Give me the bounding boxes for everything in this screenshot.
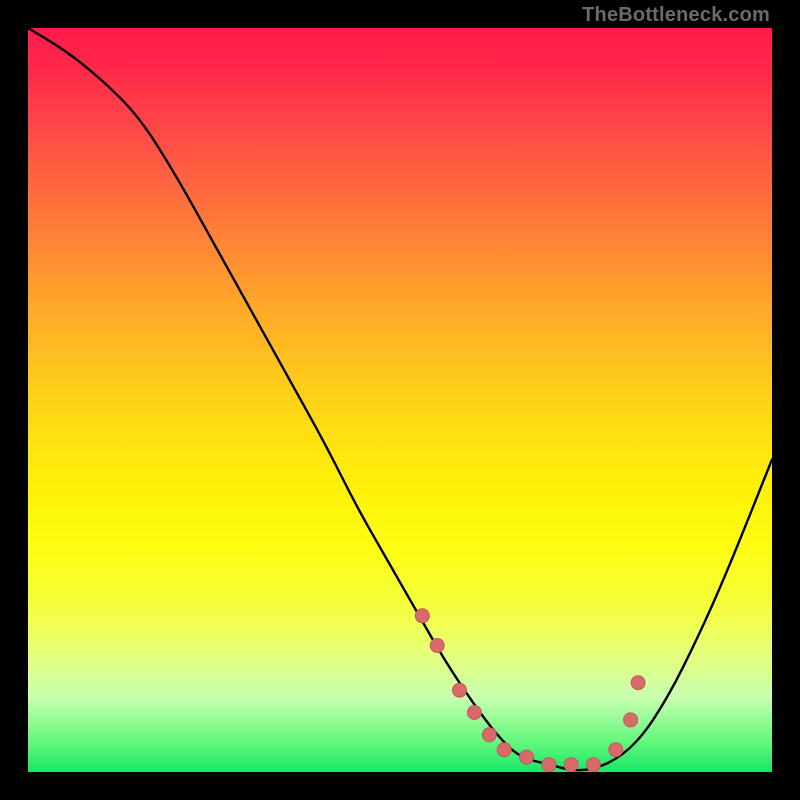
data-point bbox=[624, 713, 638, 727]
data-point bbox=[520, 750, 534, 764]
plot-area bbox=[28, 28, 772, 772]
data-point bbox=[482, 728, 496, 742]
curve-layer bbox=[28, 28, 772, 772]
data-points-group bbox=[415, 609, 645, 772]
data-point bbox=[586, 758, 600, 772]
data-point bbox=[415, 609, 429, 623]
data-point bbox=[609, 743, 623, 757]
data-point bbox=[542, 758, 556, 772]
data-point bbox=[453, 683, 467, 697]
data-point bbox=[631, 676, 645, 690]
bottleneck-curve bbox=[28, 28, 772, 770]
data-point bbox=[564, 758, 578, 772]
attribution-label: TheBottleneck.com bbox=[582, 4, 770, 27]
data-point bbox=[497, 743, 511, 757]
chart-frame: TheBottleneck.com bbox=[0, 0, 800, 800]
data-point bbox=[467, 706, 481, 720]
data-point bbox=[430, 639, 444, 653]
